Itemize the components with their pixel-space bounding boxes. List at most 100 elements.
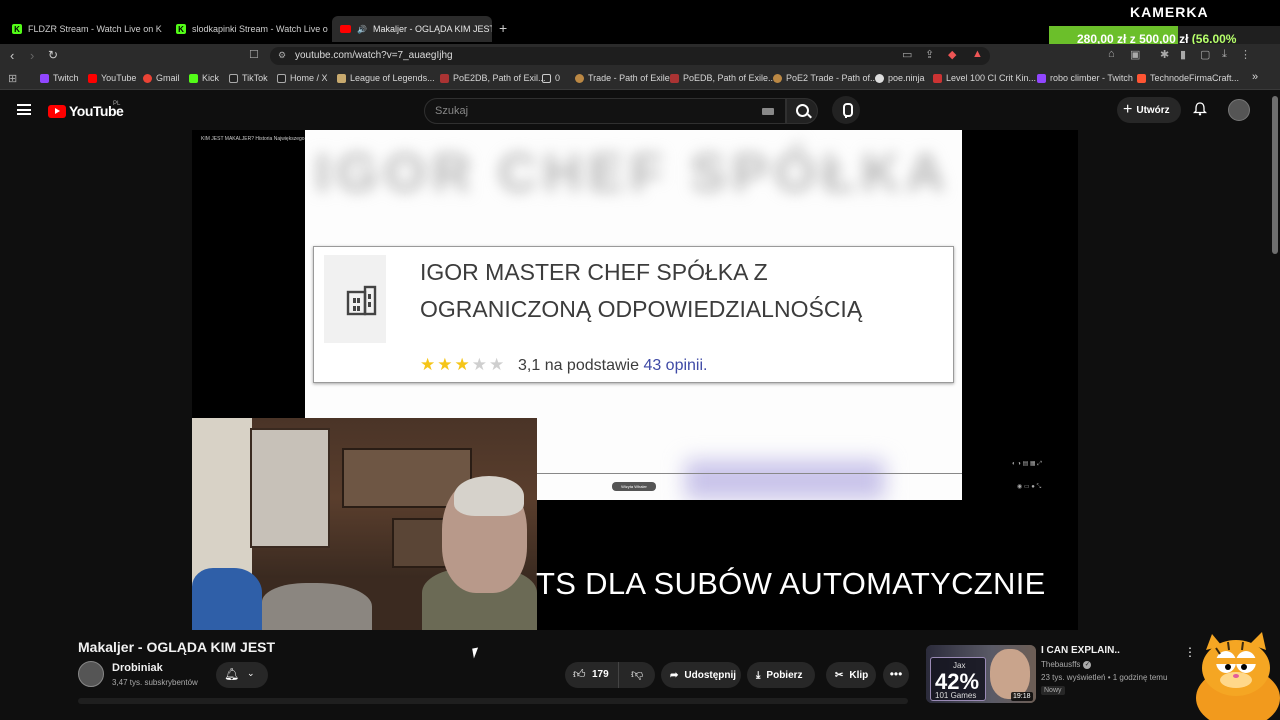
subscription-notify-button[interactable]: 🔔︎ ⌄	[216, 662, 268, 688]
extension-icon[interactable]: ⌂	[1108, 48, 1115, 60]
download-icon: ⤓	[756, 669, 761, 681]
bookmark-x[interactable]: Home / X	[277, 73, 328, 83]
recommended-channel[interactable]: Thebausffs ✓	[1041, 660, 1092, 669]
blurred-element	[685, 460, 885, 500]
keyboard-icon[interactable]	[762, 108, 774, 115]
cast-icon[interactable]: ▭	[902, 48, 912, 61]
share-icon[interactable]: ⇪	[925, 48, 934, 61]
thumbnail-stats-box: Jax 42% 101 Games	[930, 657, 986, 701]
bookmark-label: Kick	[202, 73, 220, 83]
search-button[interactable]	[786, 98, 818, 124]
build-icon	[933, 73, 942, 83]
bookmark-poe2-trade[interactable]: PoE2 Trade - Path of...	[773, 73, 878, 83]
download-icon[interactable]: ⤓	[1222, 48, 1227, 61]
blurred-heading: IGOR CHEF SPÓŁKA	[315, 143, 952, 203]
webcam-feed	[192, 418, 537, 630]
youtube-header: YouTube PL Szukaj + Utwórz	[0, 90, 1280, 130]
bookmark-icon[interactable]: ☐	[249, 48, 259, 61]
stream-overlay-text: TS DLA SUBÓW AUTOMATYCZNIE	[536, 566, 1046, 601]
bookmark-poedb[interactable]: PoEDB, Path of Exile...	[670, 73, 776, 83]
reload-icon[interactable]: ↻	[48, 48, 58, 62]
bookmark-lol[interactable]: League of Legends...	[337, 73, 435, 83]
dislike-button[interactable]: 👎︎	[621, 662, 655, 688]
bookmark-trade[interactable]: Trade - Path of Exile	[575, 73, 670, 83]
rewards-icon[interactable]: ▲	[972, 48, 983, 60]
bookmark-label: YouTube	[101, 73, 137, 83]
clip-button[interactable]: ✂ Klip	[826, 662, 876, 688]
bookmark-tiktok[interactable]: TikTok	[229, 73, 268, 83]
site-info-icon[interactable]: ⚙	[278, 50, 286, 61]
embedded-controls: ◐ ◑ ▤ ▦ ⤢	[1012, 461, 1043, 467]
wallet-icon[interactable]: ▢	[1200, 48, 1210, 61]
bookmark-label: 0	[555, 73, 561, 83]
embedded-channel-pill: Wizyta Whaler	[612, 482, 656, 491]
extension-icon[interactable]: ▣	[1130, 48, 1140, 61]
bookmark-gmail[interactable]: Gmail	[143, 73, 180, 83]
bookmark-label: Home / X	[290, 73, 328, 83]
building-icon	[346, 285, 377, 316]
channel-avatar[interactable]	[78, 661, 104, 687]
download-button[interactable]: ⤓ Pobierz	[747, 662, 815, 688]
create-label: Utwórz	[1136, 104, 1170, 116]
recommended-video-meta: 23 tys. wyświetleń • 1 godzinę temu	[1041, 673, 1168, 682]
bookmark-youtube[interactable]: YouTube	[88, 73, 136, 83]
bookmark-twitch[interactable]: Twitch	[40, 73, 79, 83]
google-icon	[143, 73, 152, 83]
like-dislike-group: 👍︎ 179 👎︎	[565, 662, 655, 688]
voice-search-button[interactable]	[832, 96, 860, 124]
tab-fldzr[interactable]: K FLDZR Stream - Watch Live on Kick	[4, 16, 162, 42]
share-label: Udostępnij	[684, 669, 737, 681]
embedded-controls: ◉ ▭ ● ⤡	[1017, 484, 1042, 490]
bookmark-poe2db[interactable]: PoE2DB, Path of Exil...	[440, 73, 546, 83]
sidebar-icon[interactable]: ▮	[1180, 48, 1186, 61]
kamerka-label: KAMERKA	[1130, 4, 1209, 20]
apps-icon[interactable]: ⊞	[8, 72, 17, 85]
recommended-video-thumbnail[interactable]: Jax 42% 101 Games 19:18	[926, 645, 1036, 703]
star-filled-icon: ★	[454, 355, 470, 374]
bookmark-folder[interactable]: 0	[542, 73, 560, 83]
youtube-icon	[340, 25, 351, 33]
thumbnail-games: 101 Games	[935, 691, 977, 700]
share-button[interactable]: ➦ Udostępnij	[661, 662, 741, 688]
more-actions-button[interactable]: •••	[883, 662, 909, 688]
download-label: Pobierz	[766, 669, 803, 681]
tab-makaljer[interactable]: 🔊 Makaljer - OGLĄDA KIM JEST ×	[332, 16, 492, 42]
bookmark-label: PoE2DB, Path of Exil...	[453, 73, 546, 83]
share-icon: ➦	[670, 669, 679, 681]
video-player[interactable]: KIM JEST MAKALJER? Historia Największego…	[192, 130, 1078, 630]
like-count: 179	[592, 669, 609, 680]
account-avatar[interactable]	[1228, 99, 1250, 121]
bookmark-label: TikTok	[242, 73, 268, 83]
speaker-icon: 🔊	[357, 24, 367, 34]
address-bar[interactable]: ⚙ youtube.com/watch?v=7_auaegIjhg	[270, 47, 990, 65]
kick-icon	[189, 73, 198, 83]
star-filled-icon: ★	[420, 355, 436, 374]
url-text: youtube.com/watch?v=7_auaegIjhg	[295, 50, 453, 61]
bookmark-technode[interactable]: TechnodeFirmaCraft...	[1137, 73, 1239, 83]
bookmark-label: League of Legends...	[350, 73, 435, 83]
extensions-icon[interactable]: ✱	[1160, 48, 1169, 61]
bookmark-level100[interactable]: Level 100 CI Crit Kin...	[933, 73, 1036, 83]
recommended-video-title[interactable]: I CAN EXPLAIN..	[1041, 645, 1120, 656]
bookmark-poe-ninja[interactable]: poe.ninja	[875, 73, 925, 83]
page-scrollbar[interactable]	[1272, 96, 1278, 254]
company-icon-box	[324, 255, 386, 343]
menu-icon[interactable]: ⋮	[1240, 48, 1251, 61]
like-button[interactable]: 👍︎ 179	[565, 662, 619, 688]
tab-slodkapinki[interactable]: K slodkapinki Stream - Watch Live on K	[168, 16, 328, 42]
video-duration: 19:18	[1011, 692, 1033, 701]
tfc-icon	[1137, 73, 1146, 83]
search-input[interactable]: Szukaj	[424, 98, 786, 124]
thumbs-down-icon: 👎︎	[631, 667, 644, 681]
bookmark-kick[interactable]: Kick	[189, 73, 219, 83]
channel-name[interactable]: Drobiniak	[112, 662, 163, 674]
forward-icon[interactable]: ›	[30, 48, 34, 63]
hamburger-menu-icon[interactable]	[17, 104, 31, 115]
new-tab-button[interactable]: +	[499, 20, 507, 36]
back-icon[interactable]: ‹	[10, 48, 14, 63]
bookmark-robo[interactable]: robo climber - Twitch	[1037, 73, 1133, 83]
more-bookmarks-icon[interactable]: »	[1252, 71, 1258, 83]
create-button[interactable]: + Utwórz	[1117, 97, 1181, 123]
notifications-bell-icon[interactable]	[1193, 102, 1207, 116]
brave-shield-icon[interactable]: ◆	[948, 48, 956, 61]
